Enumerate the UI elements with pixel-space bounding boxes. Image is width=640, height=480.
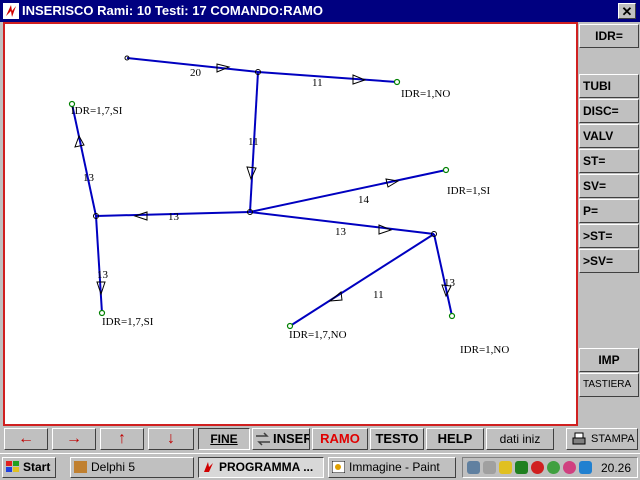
close-button[interactable]: ✕ — [618, 3, 636, 19]
arrow-right-button[interactable]: → — [52, 428, 96, 450]
command-bar: ← → ↑ ↓ FINE INSER RAMO TESTO HELP dati … — [0, 426, 640, 452]
edge-label: 13 — [168, 211, 180, 223]
testo-button[interactable]: TESTO — [370, 428, 424, 450]
idr-button[interactable]: IDR= — [579, 24, 639, 48]
stampa-label: STAMPA — [591, 433, 635, 445]
paint-icon — [332, 461, 345, 473]
pipe-segment — [249, 169, 447, 213]
ramo-button[interactable]: RAMO — [312, 428, 368, 450]
p-button[interactable]: P= — [579, 199, 639, 223]
start-label: Start — [23, 460, 51, 474]
tastiera-button[interactable]: TASTIERA — [579, 373, 639, 397]
valv-button[interactable]: VALV — [579, 124, 639, 148]
end-node — [393, 78, 401, 86]
dati-iniz-button[interactable]: dati iniz — [486, 428, 554, 450]
edge-label: 11 — [248, 136, 259, 148]
arrow-down-button[interactable]: ↓ — [148, 428, 194, 450]
tubi-button[interactable]: TUBI — [579, 74, 639, 98]
node-label: IDR=1,7,NO — [289, 329, 347, 341]
arrow-left-button[interactable]: ← — [4, 428, 48, 450]
edge-label: 13 — [83, 172, 95, 184]
edge-label: 13 — [335, 226, 347, 238]
programma-icon — [204, 462, 213, 472]
pipe-segment — [71, 103, 97, 217]
tray-app-icon[interactable] — [499, 461, 512, 474]
windows-logo-icon — [6, 461, 19, 472]
task-label: Immagine - Paint — [349, 460, 440, 474]
volume-icon[interactable] — [483, 461, 496, 474]
arrow-up-button[interactable]: ↑ — [100, 428, 144, 450]
greater-st-button[interactable]: >ST= — [579, 224, 639, 248]
task-programma[interactable]: PROGRAMMA ... — [198, 457, 324, 478]
end-node — [286, 322, 294, 330]
disc-button[interactable]: DISC= — [579, 99, 639, 123]
fine-button[interactable]: FINE — [198, 428, 250, 450]
task-label: Delphi 5 — [91, 460, 136, 474]
imp-button[interactable]: IMP — [579, 348, 639, 372]
inser-label: INSER — [273, 431, 310, 446]
pipe-segment — [433, 233, 453, 317]
pipe-segment — [95, 215, 103, 314]
node-label: IDR=1,7,SI — [102, 316, 154, 328]
app-icon — [3, 3, 19, 19]
inser-button[interactable]: INSER — [252, 428, 310, 450]
edge-label: 13 — [97, 269, 109, 281]
help-button[interactable]: HELP — [426, 428, 484, 450]
stampa-button[interactable]: STAMPA — [566, 428, 638, 450]
swap-icon — [256, 432, 270, 446]
command-panel: IDR= TUBI DISC= VALV ST= SV= P= >ST= >SV… — [578, 22, 640, 426]
edge-label: 13 — [444, 277, 456, 289]
edge-label: 14 — [358, 194, 370, 206]
tray-app-icon[interactable] — [547, 461, 560, 474]
drawing-canvas[interactable]: 20 11 11 13 13 13 14 13 11 13 IDR=1,NO I… — [3, 22, 578, 426]
node-label: IDR=1,SI — [447, 185, 491, 197]
window-title: INSERISCO Rami: 10 Testi: 17 COMANDO:RAM… — [22, 3, 323, 18]
end-node — [98, 309, 106, 317]
task-label: PROGRAMMA ... — [219, 460, 314, 474]
node-label: IDR=1,7,SI — [71, 105, 123, 117]
sv-button[interactable]: SV= — [579, 174, 639, 198]
system-tray: 20.26 — [462, 457, 638, 478]
network-diagram: 20 11 11 13 13 13 14 13 11 13 IDR=1,NO I… — [68, 55, 509, 356]
end-node — [442, 166, 450, 174]
pipe-segment — [289, 233, 435, 327]
printer-icon — [572, 432, 586, 445]
flow-arrow — [378, 224, 393, 235]
node-label: IDR=1,NO — [401, 88, 450, 100]
title-bar: INSERISCO Rami: 10 Testi: 17 COMANDO:RAM… — [0, 0, 640, 22]
start-button[interactable]: Start — [2, 457, 56, 478]
tray-app-icon[interactable] — [531, 461, 544, 474]
edge-label: 11 — [312, 77, 323, 89]
task-delphi[interactable]: Delphi 5 — [70, 457, 194, 478]
end-node — [448, 312, 456, 320]
node-label: IDR=1,NO — [460, 344, 509, 356]
delphi-icon — [74, 461, 87, 473]
network-icon[interactable] — [467, 461, 480, 474]
edge-label: 20 — [190, 67, 202, 79]
edge-label: 11 — [373, 289, 384, 301]
tray-app-icon[interactable] — [515, 461, 528, 474]
tray-app-icon[interactable] — [563, 461, 576, 474]
st-button[interactable]: ST= — [579, 149, 639, 173]
pipe-segment — [257, 71, 398, 83]
taskbar: Start Delphi 5 PROGRAMMA ... Immagine - … — [0, 453, 640, 480]
flow-arrow — [133, 211, 148, 221]
greater-sv-button[interactable]: >SV= — [579, 249, 639, 273]
task-paint[interactable]: Immagine - Paint — [328, 457, 456, 478]
clock[interactable]: 20.26 — [601, 461, 631, 475]
tray-app-icon[interactable] — [579, 461, 592, 474]
